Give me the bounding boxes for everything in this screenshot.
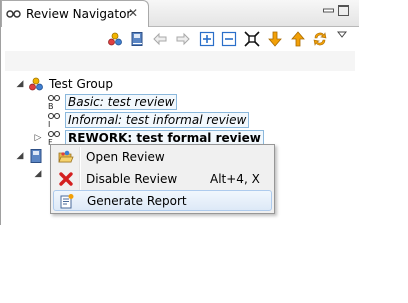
tree-item-label: Test Group	[49, 77, 113, 91]
minimize-icon[interactable]	[323, 5, 334, 16]
tree-item-partial[interactable]: ◢	[1, 165, 55, 183]
filter-icon[interactable]	[244, 31, 260, 47]
red-x-icon	[59, 172, 73, 186]
collapse-all-icon[interactable]	[221, 31, 237, 47]
review-label-basic: Basic: test review	[65, 94, 178, 110]
collapse-twisty-icon[interactable]: ◢	[15, 151, 25, 161]
expand-all-icon[interactable]	[199, 31, 215, 47]
tab-review-navigator[interactable]: Review Navigator ✕	[1, 0, 149, 27]
view-tab-bar: Review Navigator ✕	[1, 0, 359, 27]
collapse-twisty-icon[interactable]: ◢	[33, 169, 43, 179]
sync-icon[interactable]	[312, 31, 328, 47]
menu-item-label: Disable Review	[86, 172, 178, 186]
menu-item-shortcut: Alt+4, X	[210, 172, 260, 186]
expand-twisty-icon[interactable]: ▷	[33, 133, 43, 143]
arrow-up-icon[interactable]	[290, 31, 306, 47]
maximize-icon[interactable]	[338, 5, 349, 16]
tree-item-review[interactable]: I Informal: test informal review	[1, 111, 250, 129]
tree-item-partial[interactable]: ◢	[1, 147, 51, 165]
arrow-down-icon[interactable]	[267, 31, 283, 47]
review-icon: I	[47, 112, 61, 128]
menu-item-label: Open Review	[86, 150, 165, 164]
review-navigator-icon	[6, 10, 21, 18]
book-icon	[30, 149, 42, 163]
tree-item-test-group[interactable]: ◢ Test Group	[1, 75, 201, 93]
review-icon: B	[47, 94, 61, 110]
group-icon[interactable]	[107, 31, 123, 47]
review-group-icon	[29, 77, 43, 91]
tab-title: Review Navigator	[26, 7, 132, 21]
review-label-informal: Informal: test informal review	[65, 112, 250, 128]
tab-close-icon[interactable]: ✕	[127, 7, 139, 19]
folder-open-icon	[58, 150, 74, 163]
forward-icon[interactable]	[175, 31, 191, 47]
book-icon[interactable]	[129, 31, 145, 47]
menu-item-open-review[interactable]: Open Review	[53, 147, 272, 168]
svg-text:I: I	[48, 120, 50, 128]
collapse-twisty-icon[interactable]: ◢	[15, 79, 25, 89]
menu-item-generate-report[interactable]: Generate Report	[53, 190, 272, 211]
view-toolbar	[1, 27, 359, 51]
back-icon[interactable]	[152, 31, 168, 47]
tree-item-review[interactable]: B Basic: test review	[1, 93, 201, 111]
svg-text:B: B	[48, 102, 54, 110]
tree-header-strip	[5, 51, 355, 71]
menu-item-disable-review[interactable]: Disable Review Alt+4, X	[53, 169, 272, 190]
view-menu-icon[interactable]	[337, 30, 347, 40]
context-menu: Open Review Disable Review Alt+4, X Gene…	[50, 144, 275, 214]
report-icon	[60, 194, 74, 209]
menu-item-label: Generate Report	[87, 194, 187, 208]
